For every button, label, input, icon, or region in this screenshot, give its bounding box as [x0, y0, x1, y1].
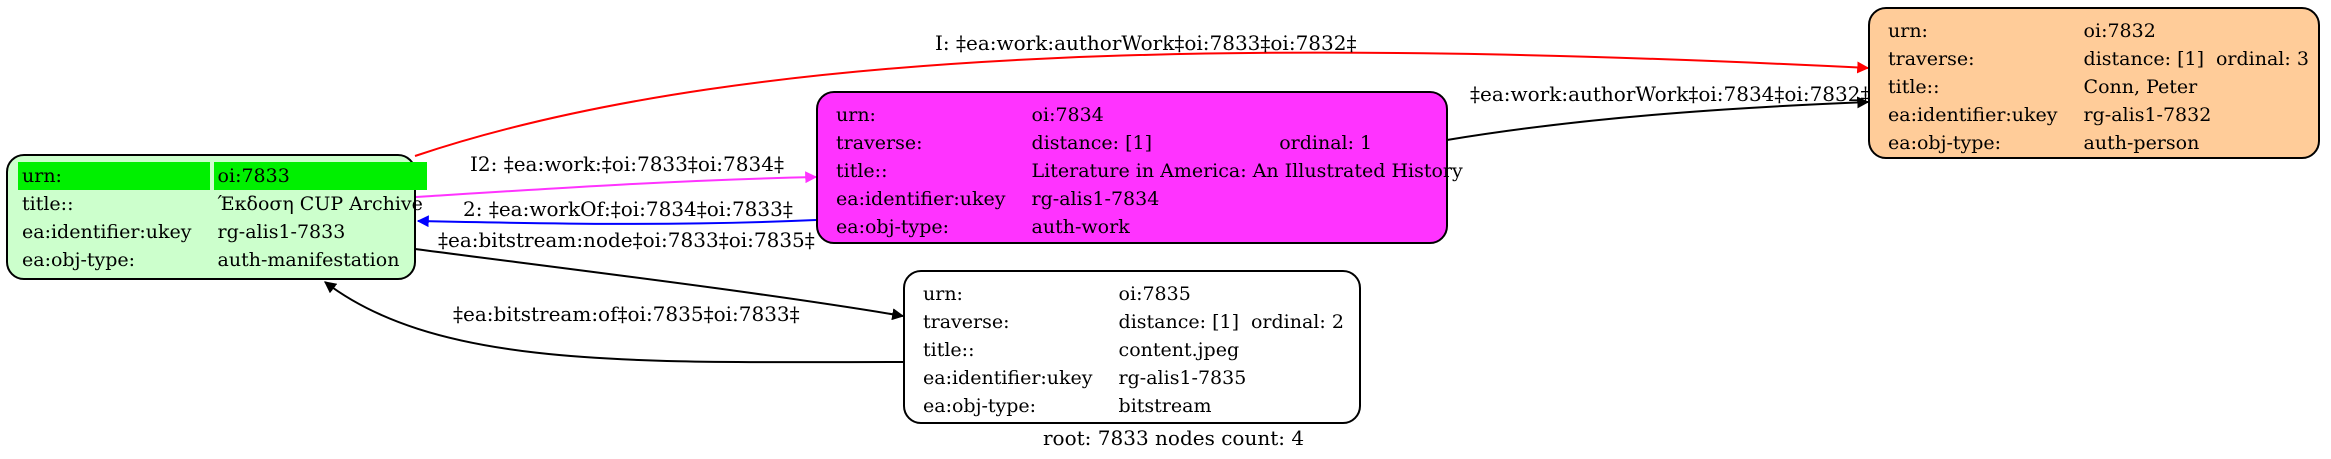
edge-e2-line — [414, 171, 818, 198]
node-row-urn: urn: oi:7835 — [923, 283, 1191, 305]
node-row-traverse: traverse: distance: [1] ordinal: 2 — [923, 311, 1344, 333]
node-row-obj-type: ea:obj-type: bitstream — [923, 395, 1212, 417]
node-row-urn: urn: oi:7832 — [1888, 20, 2156, 42]
node-row-traverse: traverse: distance: [1] ordinal: 1 — [836, 132, 1373, 154]
node-row-ukey: ea:identifier:ukey rg-alis1-7833 — [22, 221, 346, 243]
node-row-obj-type: ea:obj-type: auth-manifestation — [22, 249, 400, 271]
edge-label-e5: ‡ea:bitstream:node‡oi:7833‡oi:7835‡ — [438, 228, 815, 252]
node-row-ukey: ea:identifier:ukey rg-alis1-7832 — [1888, 104, 2212, 126]
node-row-title: title:: Conn, Peter — [1888, 76, 2198, 98]
edge-label-e2: I2: ‡ea:work:‡oi:7833‡oi:7834‡ — [470, 152, 784, 176]
node-row-obj-type: ea:obj-type: auth-work — [836, 216, 1130, 238]
node-oi-7835[interactable]: urn: oi:7835 traverse: distance: [1] ord… — [903, 270, 1361, 424]
node-row-traverse: traverse: distance: [1] ordinal: 3 — [1888, 48, 2309, 70]
edge-label-e6: ‡ea:bitstream:of‡oi:7835‡oi:7833‡ — [453, 302, 800, 326]
node-row-title: title:: Literature in America: An Illust… — [836, 160, 1463, 182]
edge-e4-line — [1446, 96, 1870, 141]
graph-footer-label: root: 7833 nodes count: 4 — [1043, 426, 1305, 450]
node-row-title: title:: content.jpeg — [923, 339, 1240, 361]
node-row-urn: urn: oi:7833 — [18, 162, 427, 190]
node-oi-7834[interactable]: urn: oi:7834 traverse: distance: [1] ord… — [816, 91, 1463, 244]
node-row-urn: urn: oi:7834 — [836, 104, 1104, 126]
edge-label-e3: 2: ‡ea:workOf:‡oi:7834‡oi:7833‡ — [463, 197, 793, 221]
node-oi-7832[interactable]: urn: oi:7832 traverse: distance: [1] ord… — [1868, 7, 2320, 159]
edge-label-e1: I: ‡ea:work:authorWork‡oi:7833‡oi:7832‡ — [935, 31, 1357, 55]
node-row-title: title:: Έκδοση CUP Archive — [22, 193, 423, 215]
node-row-obj-type: ea:obj-type: auth-person — [1888, 132, 2200, 154]
edge-label-e4: ‡ea:work:authorWork‡oi:7834‡oi:7832‡ — [1470, 82, 1871, 106]
node-oi-7833[interactable]: urn: oi:7833 title:: Έκδοση CUP Archive … — [6, 154, 427, 280]
node-row-ukey: ea:identifier:ukey rg-alis1-7834 — [836, 188, 1160, 210]
node-row-ukey: ea:identifier:ukey rg-alis1-7835 — [923, 367, 1247, 389]
